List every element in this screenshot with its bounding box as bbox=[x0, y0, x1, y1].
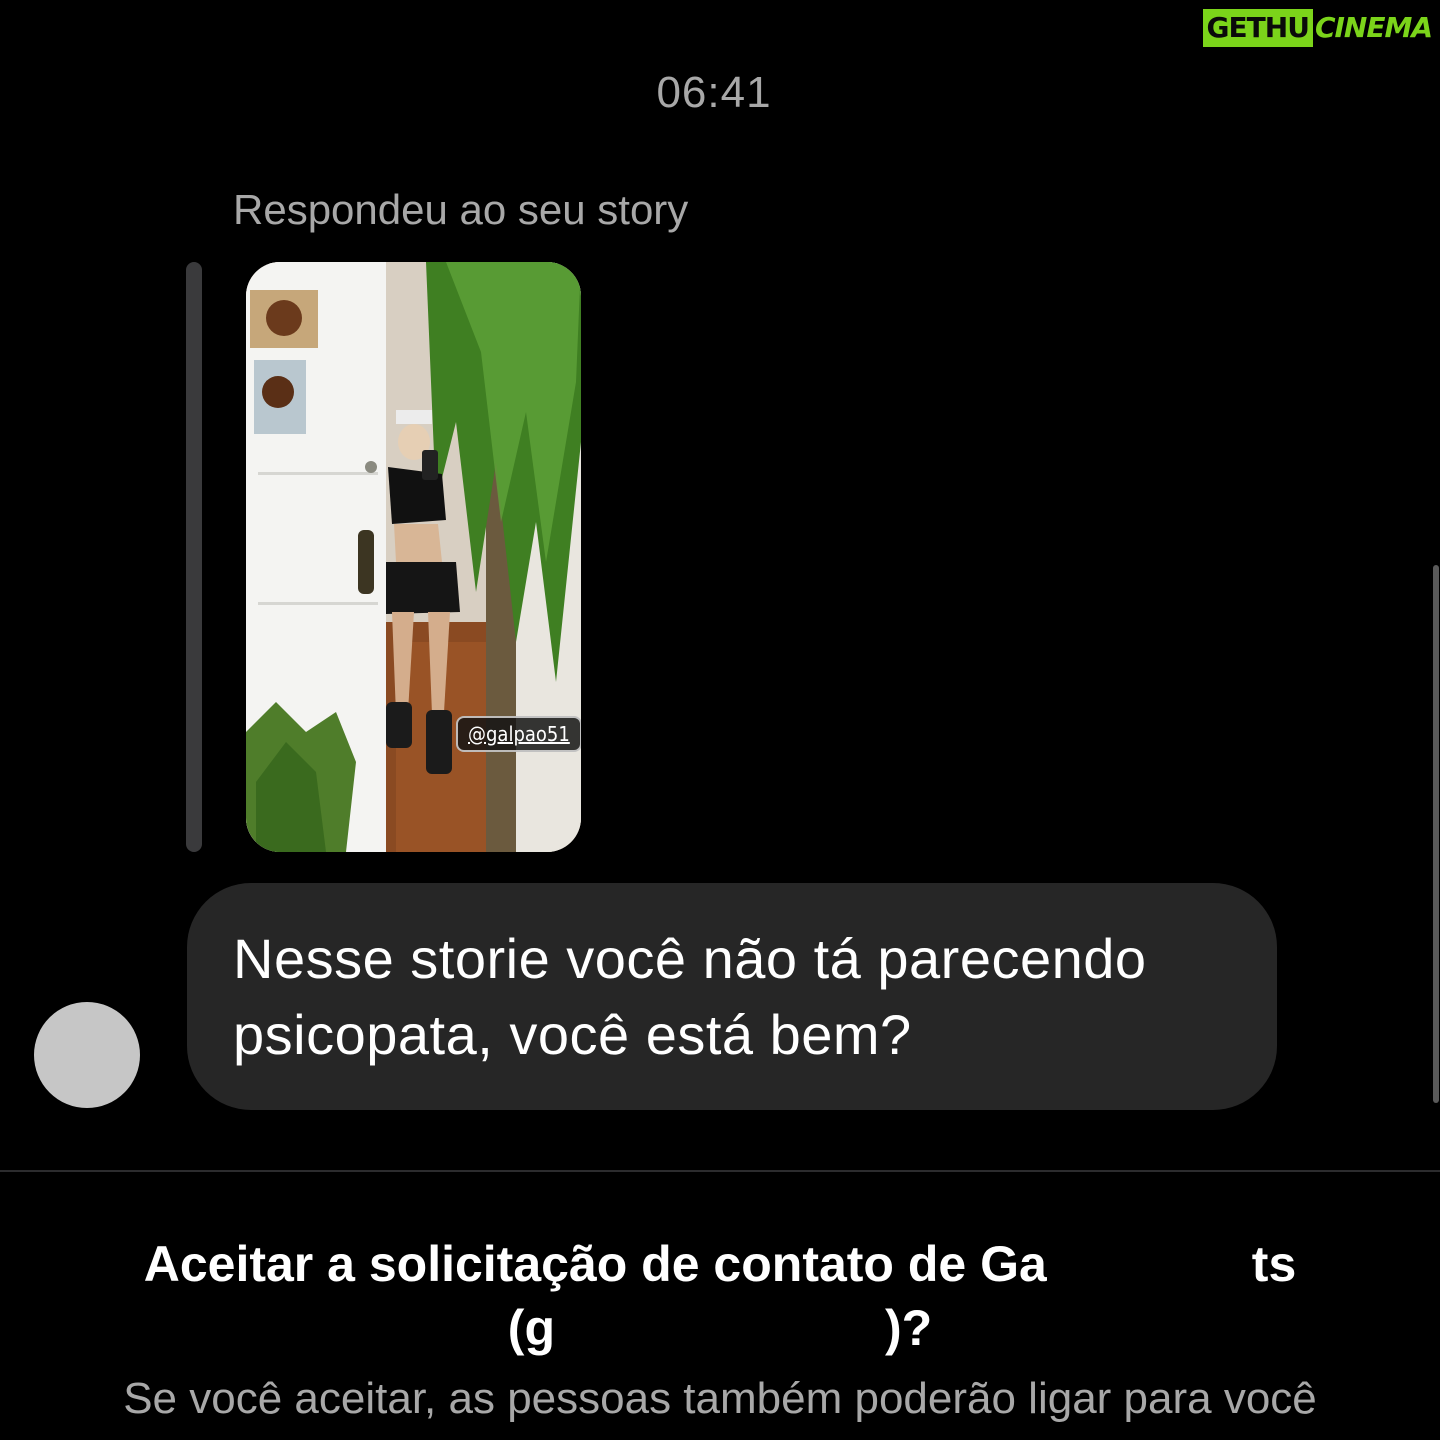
contact-request-body: Se você aceitar, as pessoas também poder… bbox=[123, 1374, 1317, 1423]
message-text: Nesse storie você não tá parecendo psico… bbox=[233, 927, 1147, 1066]
contact-request-title-line2: (g)? bbox=[0, 1296, 1440, 1360]
section-divider bbox=[0, 1170, 1440, 1172]
message-timestamp: 06:41 bbox=[656, 68, 772, 117]
contact-request-title-part1: Aceitar a solicitação de contato de Ga bbox=[143, 1236, 1047, 1292]
contact-request-title-part2: ts bbox=[1251, 1236, 1297, 1292]
watermark-left: GETHU bbox=[1202, 9, 1313, 47]
story-mention-tag[interactable]: @galpao51 bbox=[456, 716, 581, 752]
sender-avatar[interactable] bbox=[34, 1002, 140, 1108]
watermark-logo: GETHU CINEMA bbox=[1202, 9, 1434, 47]
contact-request-title-part4: )? bbox=[885, 1300, 933, 1356]
message-bubble[interactable]: Nesse storie você não tá parecendo psico… bbox=[187, 883, 1277, 1110]
story-photo bbox=[246, 262, 581, 852]
contact-request-title-part3: (g bbox=[507, 1300, 555, 1356]
story-reply-caption: Respondeu ao seu story bbox=[233, 186, 689, 233]
contact-request-title-line1: Aceitar a solicitação de contato de Ga ts bbox=[0, 1232, 1440, 1296]
contact-request-title: Aceitar a solicitação de contato de Ga ts… bbox=[0, 1232, 1440, 1360]
scrollbar[interactable] bbox=[1433, 565, 1439, 1103]
story-thumbnail[interactable]: @galpao51 bbox=[246, 262, 581, 852]
redacted-name-block bbox=[1046, 1239, 1252, 1296]
watermark-right: CINEMA bbox=[1314, 11, 1433, 44]
redacted-username-block bbox=[555, 1303, 885, 1360]
reply-indicator-bar bbox=[186, 262, 202, 852]
